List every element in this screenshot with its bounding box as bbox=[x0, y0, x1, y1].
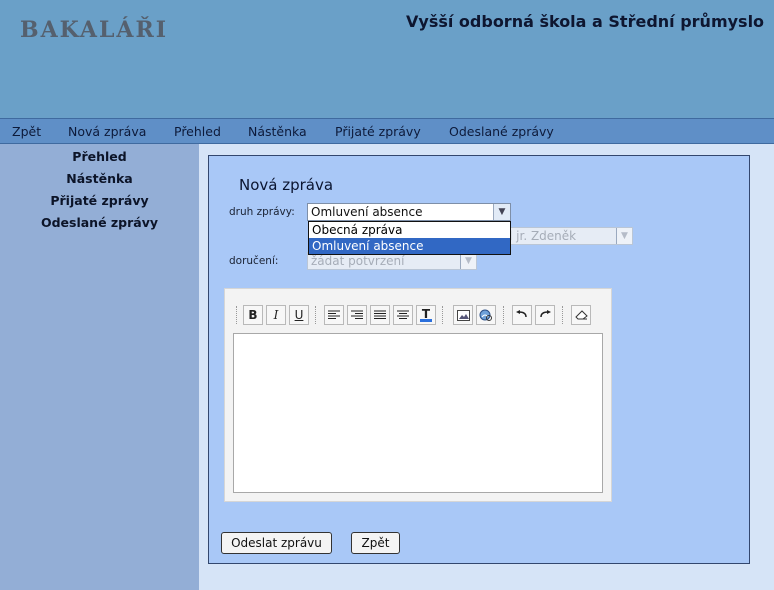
dropdown-option-absence[interactable]: Omluvení absence bbox=[309, 238, 510, 254]
top-menu: Zpět Nová zpráva Přehled Nástěnka Přijat… bbox=[0, 118, 774, 144]
message-type-dropdown: Obecná zpráva Omluvení absence bbox=[308, 221, 511, 255]
align-left-icon[interactable] bbox=[324, 305, 344, 325]
align-justify-icon[interactable] bbox=[370, 305, 390, 325]
menu-item-received[interactable]: Přijaté zprávy bbox=[335, 124, 421, 139]
header-banner: BAKALÁŘI Vyšší odborná škola a Střední p… bbox=[0, 0, 774, 118]
chevron-down-icon[interactable]: ▼ bbox=[493, 204, 510, 220]
toolbar-grip bbox=[236, 306, 240, 324]
sidebar-item-received[interactable]: Přijaté zprávy bbox=[0, 193, 199, 208]
menu-item-new-message[interactable]: Nová zpráva bbox=[68, 124, 146, 139]
recipient-select: l jr. Zdeněk ▼ bbox=[505, 227, 633, 245]
send-message-button[interactable]: Odeslat zprávu bbox=[221, 532, 332, 554]
toolbar-grip bbox=[315, 306, 319, 324]
message-type-value: Omluvení absence bbox=[311, 205, 423, 219]
editor-text-area[interactable] bbox=[233, 333, 603, 493]
toolbar-grip bbox=[562, 306, 566, 324]
delivery-value: žádat potvrzení bbox=[311, 254, 405, 268]
app-logo: BAKALÁŘI bbox=[20, 17, 169, 43]
message-type-label: druh zprávy: bbox=[229, 206, 295, 218]
menu-item-sent[interactable]: Odeslané zprávy bbox=[449, 124, 554, 139]
align-right-icon[interactable] bbox=[347, 305, 367, 325]
menu-item-back[interactable]: Zpět bbox=[12, 124, 41, 139]
undo-icon[interactable] bbox=[512, 305, 532, 325]
school-name: Vyšší odborná škola a Střední průmyslo bbox=[406, 12, 765, 31]
underline-icon[interactable]: U bbox=[289, 305, 309, 325]
message-type-select[interactable]: Omluvení absence ▼ bbox=[307, 203, 511, 221]
dropdown-option-general[interactable]: Obecná zpráva bbox=[309, 222, 510, 238]
chevron-down-icon: ▼ bbox=[616, 228, 632, 244]
recipient-value: l jr. Zdeněk bbox=[509, 229, 577, 243]
link-icon[interactable] bbox=[476, 305, 496, 325]
image-icon[interactable] bbox=[453, 305, 473, 325]
sidebar-item-sent[interactable]: Odeslané zprávy bbox=[0, 215, 199, 230]
text-color-bar bbox=[420, 318, 432, 322]
toolbar-grip bbox=[442, 306, 446, 324]
sidebar-item-noticeboard[interactable]: Nástěnka bbox=[0, 171, 199, 186]
back-button[interactable]: Zpět bbox=[351, 532, 400, 554]
form-title: Nová zpráva bbox=[239, 176, 334, 194]
eraser-icon[interactable] bbox=[571, 305, 591, 325]
text-color-icon[interactable]: T bbox=[416, 305, 436, 325]
sidebar-item-overview[interactable]: Přehled bbox=[0, 149, 199, 164]
menu-item-noticeboard[interactable]: Nástěnka bbox=[248, 124, 307, 139]
chevron-down-icon: ▼ bbox=[460, 253, 476, 269]
menu-item-overview[interactable]: Přehled bbox=[174, 124, 221, 139]
align-center-icon[interactable] bbox=[393, 305, 413, 325]
toolbar-grip bbox=[503, 306, 507, 324]
italic-icon[interactable]: I bbox=[266, 305, 286, 325]
redo-icon[interactable] bbox=[535, 305, 555, 325]
delivery-label: doručení: bbox=[229, 255, 279, 267]
bold-icon[interactable]: B bbox=[243, 305, 263, 325]
sidebar: Přehled Nástěnka Přijaté zprávy Odeslané… bbox=[0, 144, 199, 590]
text-color-letter: T bbox=[421, 306, 431, 321]
